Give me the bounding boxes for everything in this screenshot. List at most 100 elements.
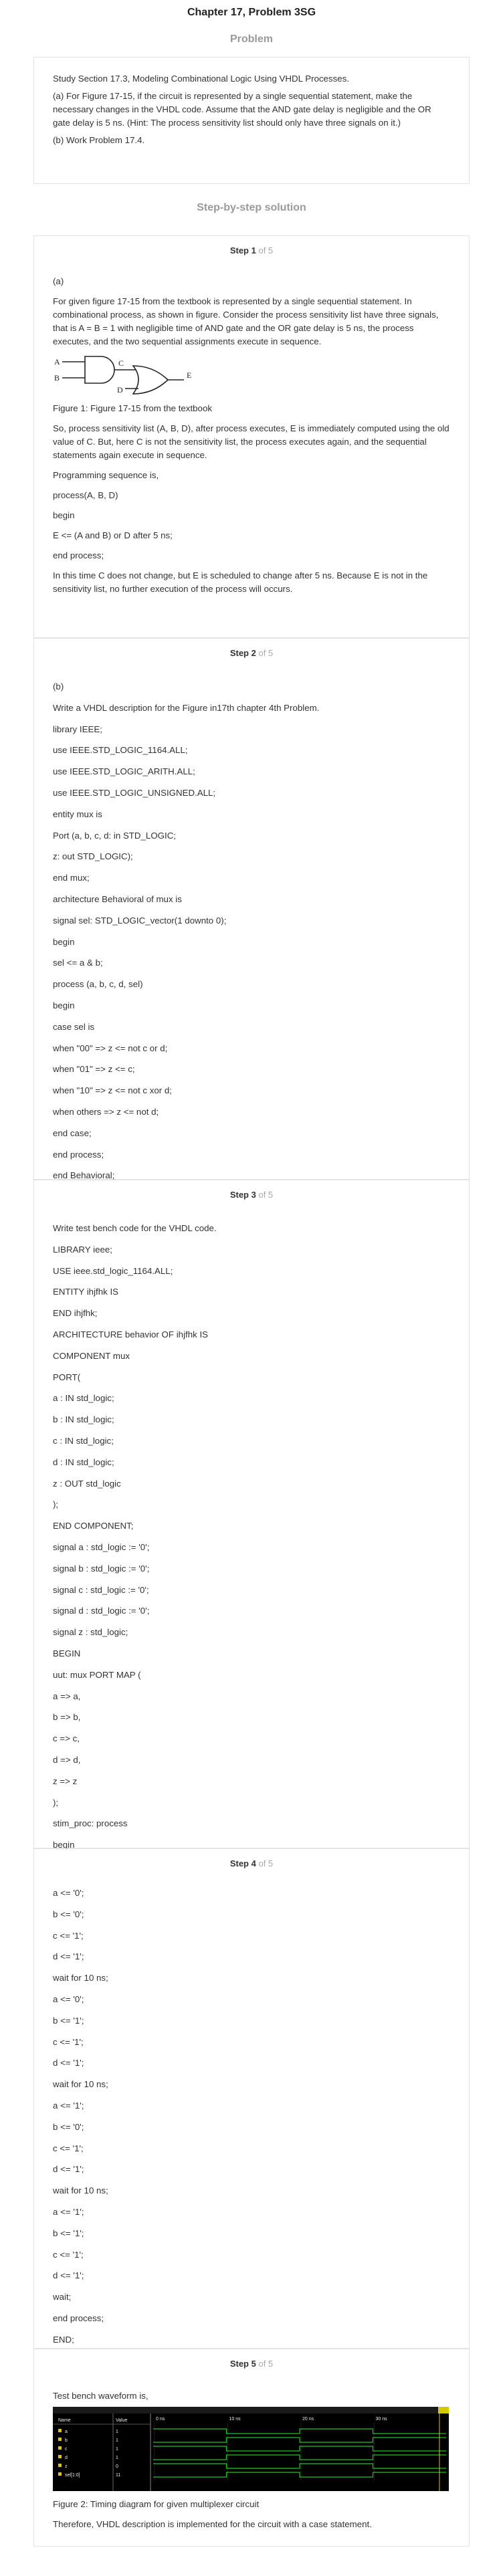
code-line: end process;	[53, 1149, 104, 1160]
step-line: So, process sensitivity list (A, B, D), …	[53, 423, 449, 460]
label-c: C	[118, 358, 124, 368]
code-line: stim_proc: process	[53, 1818, 128, 1829]
signal-icon	[58, 2429, 62, 2432]
code-line: USE ieee.std_logic_1164.ALL;	[53, 1265, 173, 1276]
signal-value: 0	[116, 2464, 118, 2469]
step-label: Step 5	[229, 2359, 256, 2369]
time-marker: 20 ns	[302, 2417, 314, 2422]
signal-value: 1	[116, 2456, 118, 2460]
code-line: end mux;	[53, 873, 90, 883]
code-line: uut: mux PORT MAP (	[53, 1669, 141, 1680]
code-line: END COMPONENT;	[53, 1521, 134, 1531]
label-e: E	[187, 370, 191, 380]
step-1-card: Step 1 of 5 (a) For given figure 17-15 f…	[33, 235, 470, 638]
step-5-card: Step 5 of 5 Test bench waveform is, Name…	[33, 2349, 470, 2547]
code-line: BEGIN	[53, 1648, 81, 1658]
code-line: signal z : std_logic;	[53, 1627, 128, 1638]
step-4-title: Step 4 of 5	[34, 1858, 469, 1868]
step-line: begin	[53, 510, 75, 520]
code-line: Port (a, b, c, d: in STD_LOGIC;	[53, 830, 177, 841]
step-line: E <= (A and B) or D after 5 ns;	[53, 530, 173, 540]
code-line: a : IN std_logic;	[53, 1393, 114, 1404]
signal-name: sel[1:0]	[65, 2473, 80, 2478]
code-line: end case;	[53, 1128, 92, 1138]
code-line: );	[53, 1797, 59, 1808]
step-line: Therefore, VHDL description is implement…	[53, 2519, 372, 2529]
step-2-content: (b) Write a VHDL description for the Fig…	[53, 680, 450, 1190]
step-label: Step 2	[229, 648, 256, 658]
code-line: c <= '1';	[53, 2249, 84, 2260]
code-line: PORT(	[53, 1372, 81, 1382]
signal-name: d	[65, 2456, 68, 2460]
code-line: signal c : std_logic := '0';	[53, 1584, 149, 1595]
label-b: B	[54, 373, 60, 383]
code-line: b <= '1';	[53, 2015, 84, 2026]
code-line: a => a,	[53, 1691, 81, 1701]
step-count: of 5	[258, 648, 274, 658]
code-line: use IEEE.STD_LOGIC_ARITH.ALL;	[53, 766, 195, 777]
step-line: For given figure 17-15 from the textbook…	[53, 296, 439, 346]
step-5-content: Test bench waveform is, Name Value a 1 b 1 c…	[53, 2389, 450, 2538]
code-line: d <= '1';	[53, 1951, 84, 1962]
code-line: signal sel: STD_LOGIC_vector(1 downto 0)…	[53, 915, 227, 926]
code-line: architecture Behavioral of mux is	[53, 893, 182, 904]
step-label: Step 3	[229, 1190, 256, 1200]
problem-line: (b) Work Problem 17.4.	[53, 135, 145, 145]
signal-name: a	[65, 2430, 68, 2434]
step-label: Step 1	[229, 245, 256, 255]
step-line: In this time C does not change, but E is…	[53, 570, 428, 594]
step-3-content: Write test bench code for the VHDL code.…	[53, 1222, 450, 1860]
code-line: when "10" => z <= not c xor d;	[53, 1085, 172, 1096]
code-line: d <= '1';	[53, 2270, 84, 2281]
label-d: D	[117, 385, 123, 395]
code-line: d => d,	[53, 1754, 81, 1765]
signal-value: 1	[116, 2447, 118, 2452]
step-count: of 5	[258, 1190, 274, 1200]
page: Chapter 17, Problem 3SG Problem Study Se…	[0, 0, 503, 2576]
code-line: z : OUT std_logic	[53, 1478, 121, 1489]
step-label: Step 4	[229, 1858, 256, 1868]
step-2-title: Step 2 of 5	[34, 648, 469, 658]
signal-name: c	[65, 2447, 68, 2452]
problem-line: Study Section 17.3, Modeling Combination…	[53, 74, 349, 84]
code-line: wait;	[53, 2292, 72, 2302]
code-line: signal d : std_logic := '0';	[53, 1606, 150, 1616]
signal-icon	[58, 2455, 62, 2458]
step-3-title: Step 3 of 5	[34, 1190, 469, 1200]
code-line: wait for 10 ns;	[53, 1973, 108, 1983]
step-count: of 5	[258, 1858, 274, 1868]
code-line: d : IN std_logic;	[53, 1457, 114, 1467]
code-line: begin	[53, 936, 75, 947]
code-line: a <= '0';	[53, 1994, 84, 2004]
code-line: process (a, b, c, d, sel)	[53, 979, 143, 990]
problem-line: (a) For Figure 17-15, if the circuit is …	[53, 91, 431, 128]
code-line: d <= '1';	[53, 2058, 84, 2068]
code-line: d <= '1';	[53, 2164, 84, 2175]
code-line: z: out STD_LOGIC);	[53, 851, 133, 862]
code-line: ENTITY ihjfhk IS	[53, 1287, 119, 1297]
wave-name-header: Name	[58, 2418, 71, 2423]
code-line: wait for 10 ns;	[53, 2185, 108, 2196]
step-5-title: Step 5 of 5	[34, 2359, 469, 2369]
code-line: case sel is	[53, 1021, 95, 1032]
code-line: c <= '1';	[53, 1930, 84, 1941]
signal-icon	[58, 2446, 62, 2450]
code-line: Write test bench code for the VHDL code.	[53, 1223, 217, 1233]
time-marker: 0 ns	[156, 2417, 165, 2422]
step-line: process(A, B, D)	[53, 490, 118, 500]
code-line: library IEEE;	[53, 724, 102, 734]
code-line: c : IN std_logic;	[53, 1435, 114, 1446]
code-line: wait for 10 ns;	[53, 2079, 108, 2090]
wave-value-header: Value	[116, 2418, 127, 2423]
code-line: begin	[53, 1000, 75, 1010]
step-1-title: Step 1 of 5	[34, 245, 469, 255]
step-1-content: (a) For given figure 17-15 from the text…	[53, 275, 450, 603]
signal-icon	[58, 2438, 62, 2441]
or-gate-shape	[132, 365, 169, 395]
signal-icon	[58, 2464, 62, 2467]
code-line: (b)	[53, 681, 64, 691]
problem-text: Study Section 17.3, Modeling Combination…	[53, 72, 450, 151]
signal-value: 11	[116, 2473, 120, 2478]
step-line: Test bench waveform is,	[53, 2391, 148, 2401]
time-marker: 10 ns	[229, 2417, 241, 2422]
